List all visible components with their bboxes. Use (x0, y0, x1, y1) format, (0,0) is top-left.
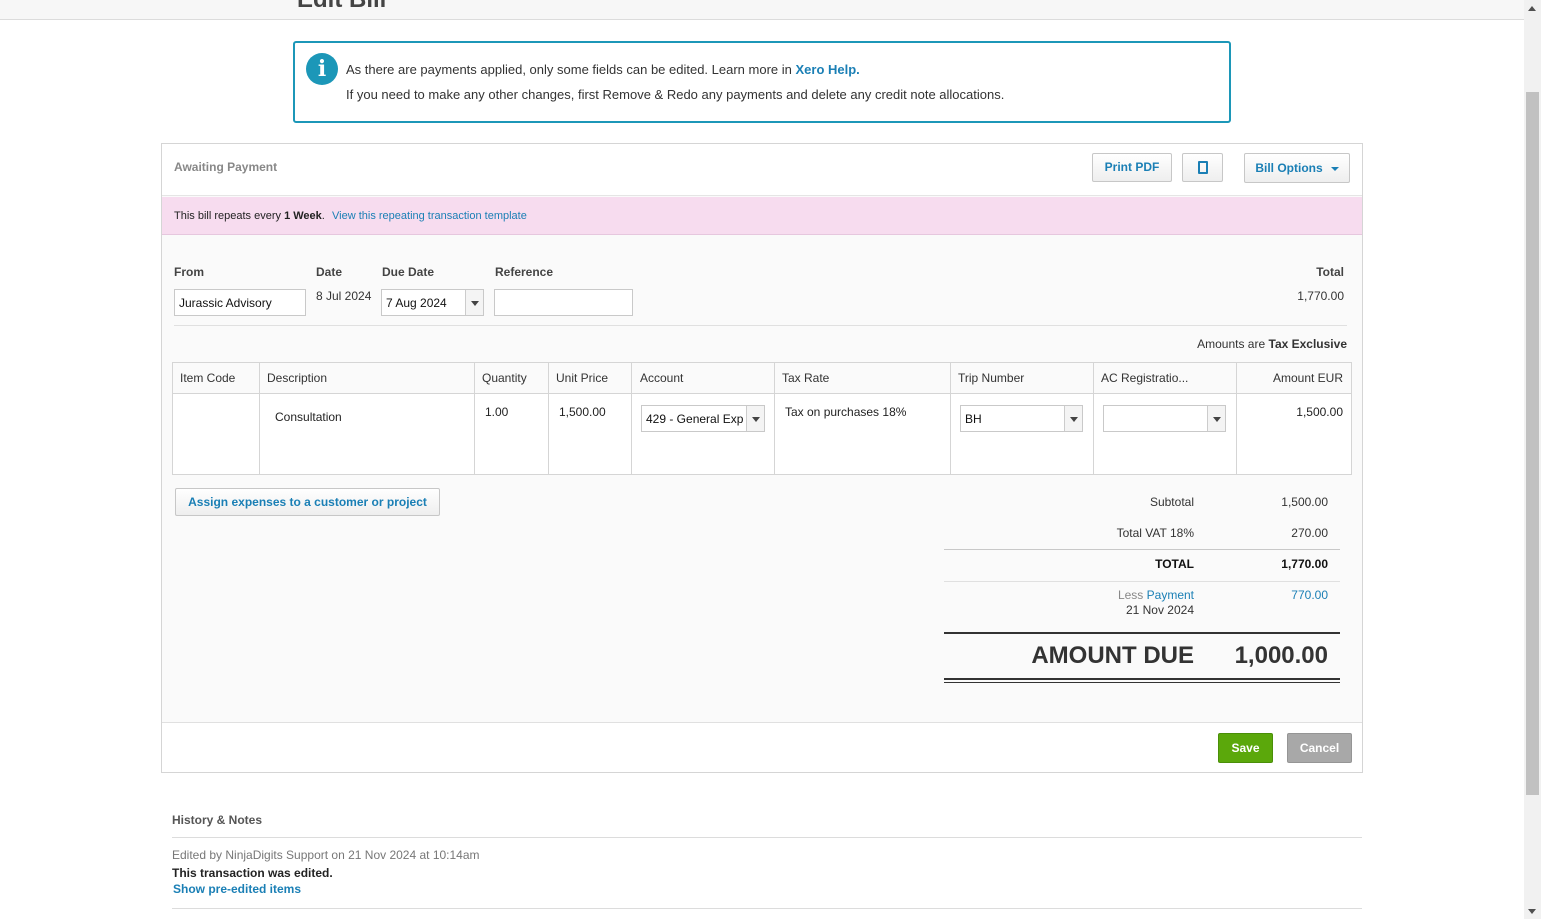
info-line-2: If you need to make any other changes, f… (346, 87, 1005, 102)
divider (172, 837, 1362, 838)
repeat-prefix: This bill repeats every (174, 210, 281, 222)
save-button[interactable]: Save (1218, 733, 1273, 763)
header-item-code[interactable]: Item Code (180, 371, 235, 385)
divider (944, 549, 1340, 550)
vat-label: Total VAT 18% (1116, 526, 1194, 540)
repeat-text: This bill repeats every 1 Week. (174, 210, 325, 222)
scroll-up-icon[interactable] (1528, 6, 1536, 11)
info-line-1: As there are payments applied, only some… (346, 62, 860, 77)
tax-mode-prefix: Amounts are (1197, 337, 1266, 351)
date-value: 8 Jul 2024 (316, 289, 372, 303)
amount-due-value: 1,000.00 (1234, 642, 1328, 669)
row-quantity[interactable]: 1.00 (485, 405, 508, 419)
reference-label: Reference (495, 265, 554, 279)
repeat-suffix: . (321, 210, 325, 222)
repeating-template-link[interactable]: View this repeating transaction template (332, 210, 527, 222)
status-label: Awaiting Payment (174, 160, 278, 174)
account-select[interactable]: 429 - General Exp (641, 405, 765, 432)
page-title: Edit Bill (297, 0, 386, 14)
header-unit-price[interactable]: Unit Price (556, 371, 608, 385)
scroll-down-icon[interactable] (1528, 909, 1536, 914)
date-label: Date (316, 265, 343, 279)
info-text-1: As there are payments applied, only some… (346, 62, 792, 77)
divider (944, 678, 1340, 680)
info-notice: i As there are payments applied, only so… (293, 41, 1231, 123)
total-label: Total (1316, 265, 1344, 279)
chevron-down-icon[interactable] (746, 406, 764, 431)
tax-mode: Amounts are Tax Exclusive (1197, 337, 1347, 351)
divider (944, 682, 1340, 683)
top-bar: Edit Bill (0, 0, 1524, 20)
history-title: History & Notes (172, 813, 263, 827)
bill-header: Awaiting Payment Print PDF Bill Options (162, 144, 1362, 196)
payment-amount-link[interactable]: 770.00 (1291, 588, 1328, 602)
chevron-down-icon[interactable] (465, 290, 483, 315)
header-ac-registration[interactable]: AC Registratio... (1101, 371, 1188, 385)
payment-date: 21 Nov 2024 (1125, 603, 1194, 617)
total-label-summary: TOTAL (1155, 557, 1194, 571)
print-pdf-button[interactable]: Print PDF (1092, 153, 1172, 182)
header-quantity[interactable]: Quantity (482, 371, 527, 385)
due-date-value: 7 Aug 2024 (386, 296, 447, 310)
ac-registration-select[interactable] (1103, 405, 1226, 432)
vertical-scrollbar[interactable] (1524, 0, 1541, 919)
payment-link[interactable]: Payment (1147, 588, 1194, 602)
reference-field[interactable] (494, 289, 633, 316)
header-trip-number[interactable]: Trip Number (958, 371, 1024, 385)
bill-footer: Save Cancel (162, 722, 1362, 772)
header-description[interactable]: Description (267, 371, 327, 385)
due-date-label: Due Date (382, 265, 435, 279)
copy-button[interactable] (1182, 153, 1223, 182)
vat-value: 270.00 (1291, 526, 1328, 540)
total-value: 1,770.00 (1297, 289, 1344, 303)
divider (944, 632, 1340, 634)
history-message: This transaction was edited. (172, 866, 333, 880)
chevron-down-icon[interactable] (1064, 406, 1082, 431)
row-tax-rate[interactable]: Tax on purchases 18% (785, 405, 906, 419)
bill-options-button[interactable]: Bill Options (1244, 153, 1350, 183)
less-label: Less (1117, 588, 1144, 602)
chevron-down-icon (1330, 166, 1339, 171)
bill-panel: Awaiting Payment Print PDF Bill Options … (161, 143, 1363, 773)
header-tax-rate[interactable]: Tax Rate (782, 371, 829, 385)
history-meta: Edited by NinjaDigits Support on 21 Nov … (172, 848, 480, 862)
from-field[interactable]: Jurassic Advisory (174, 289, 306, 316)
amount-due-label: AMOUNT DUE (1031, 642, 1194, 669)
assign-expenses-button[interactable]: Assign expenses to a customer or project (175, 488, 440, 516)
divider (944, 581, 1340, 582)
line-items-table: Item Code Description Quantity Unit Pric… (172, 362, 1352, 475)
less-payment: Less Payment (1118, 588, 1194, 602)
subtotal-value: 1,500.00 (1281, 495, 1328, 509)
due-date-field[interactable]: 7 Aug 2024 (381, 289, 484, 316)
scroll-thumb[interactable] (1526, 92, 1539, 795)
trip-number-select[interactable]: BH (960, 405, 1083, 432)
divider (172, 908, 1362, 909)
trip-number-value: BH (965, 412, 982, 426)
row-amount: 1,500.00 (1296, 405, 1343, 419)
account-value: 429 - General Exp (646, 412, 744, 426)
row-description[interactable]: Consultation (275, 410, 342, 424)
repeat-banner: This bill repeats every 1 Week. View thi… (162, 197, 1362, 235)
info-icon: i (306, 53, 338, 85)
show-pre-edited-link[interactable]: Show pre-edited items (173, 882, 301, 896)
subtotal-label: Subtotal (1149, 495, 1194, 509)
divider (174, 325, 1347, 326)
header-account[interactable]: Account (640, 371, 683, 385)
header-amount[interactable]: Amount EUR (1273, 371, 1343, 385)
bill-options-label: Bill Options (1255, 161, 1323, 175)
cancel-button[interactable]: Cancel (1287, 733, 1352, 763)
repeat-period: 1 Week (284, 210, 322, 222)
chevron-down-icon[interactable] (1207, 406, 1225, 431)
copy-icon (1198, 161, 1208, 174)
from-label: From (174, 265, 204, 279)
xero-help-link[interactable]: Xero Help. (796, 62, 860, 77)
row-unit-price[interactable]: 1,500.00 (559, 405, 606, 419)
tax-mode-value[interactable]: Tax Exclusive (1269, 337, 1348, 351)
total-value-summary: 1,770.00 (1281, 557, 1328, 571)
